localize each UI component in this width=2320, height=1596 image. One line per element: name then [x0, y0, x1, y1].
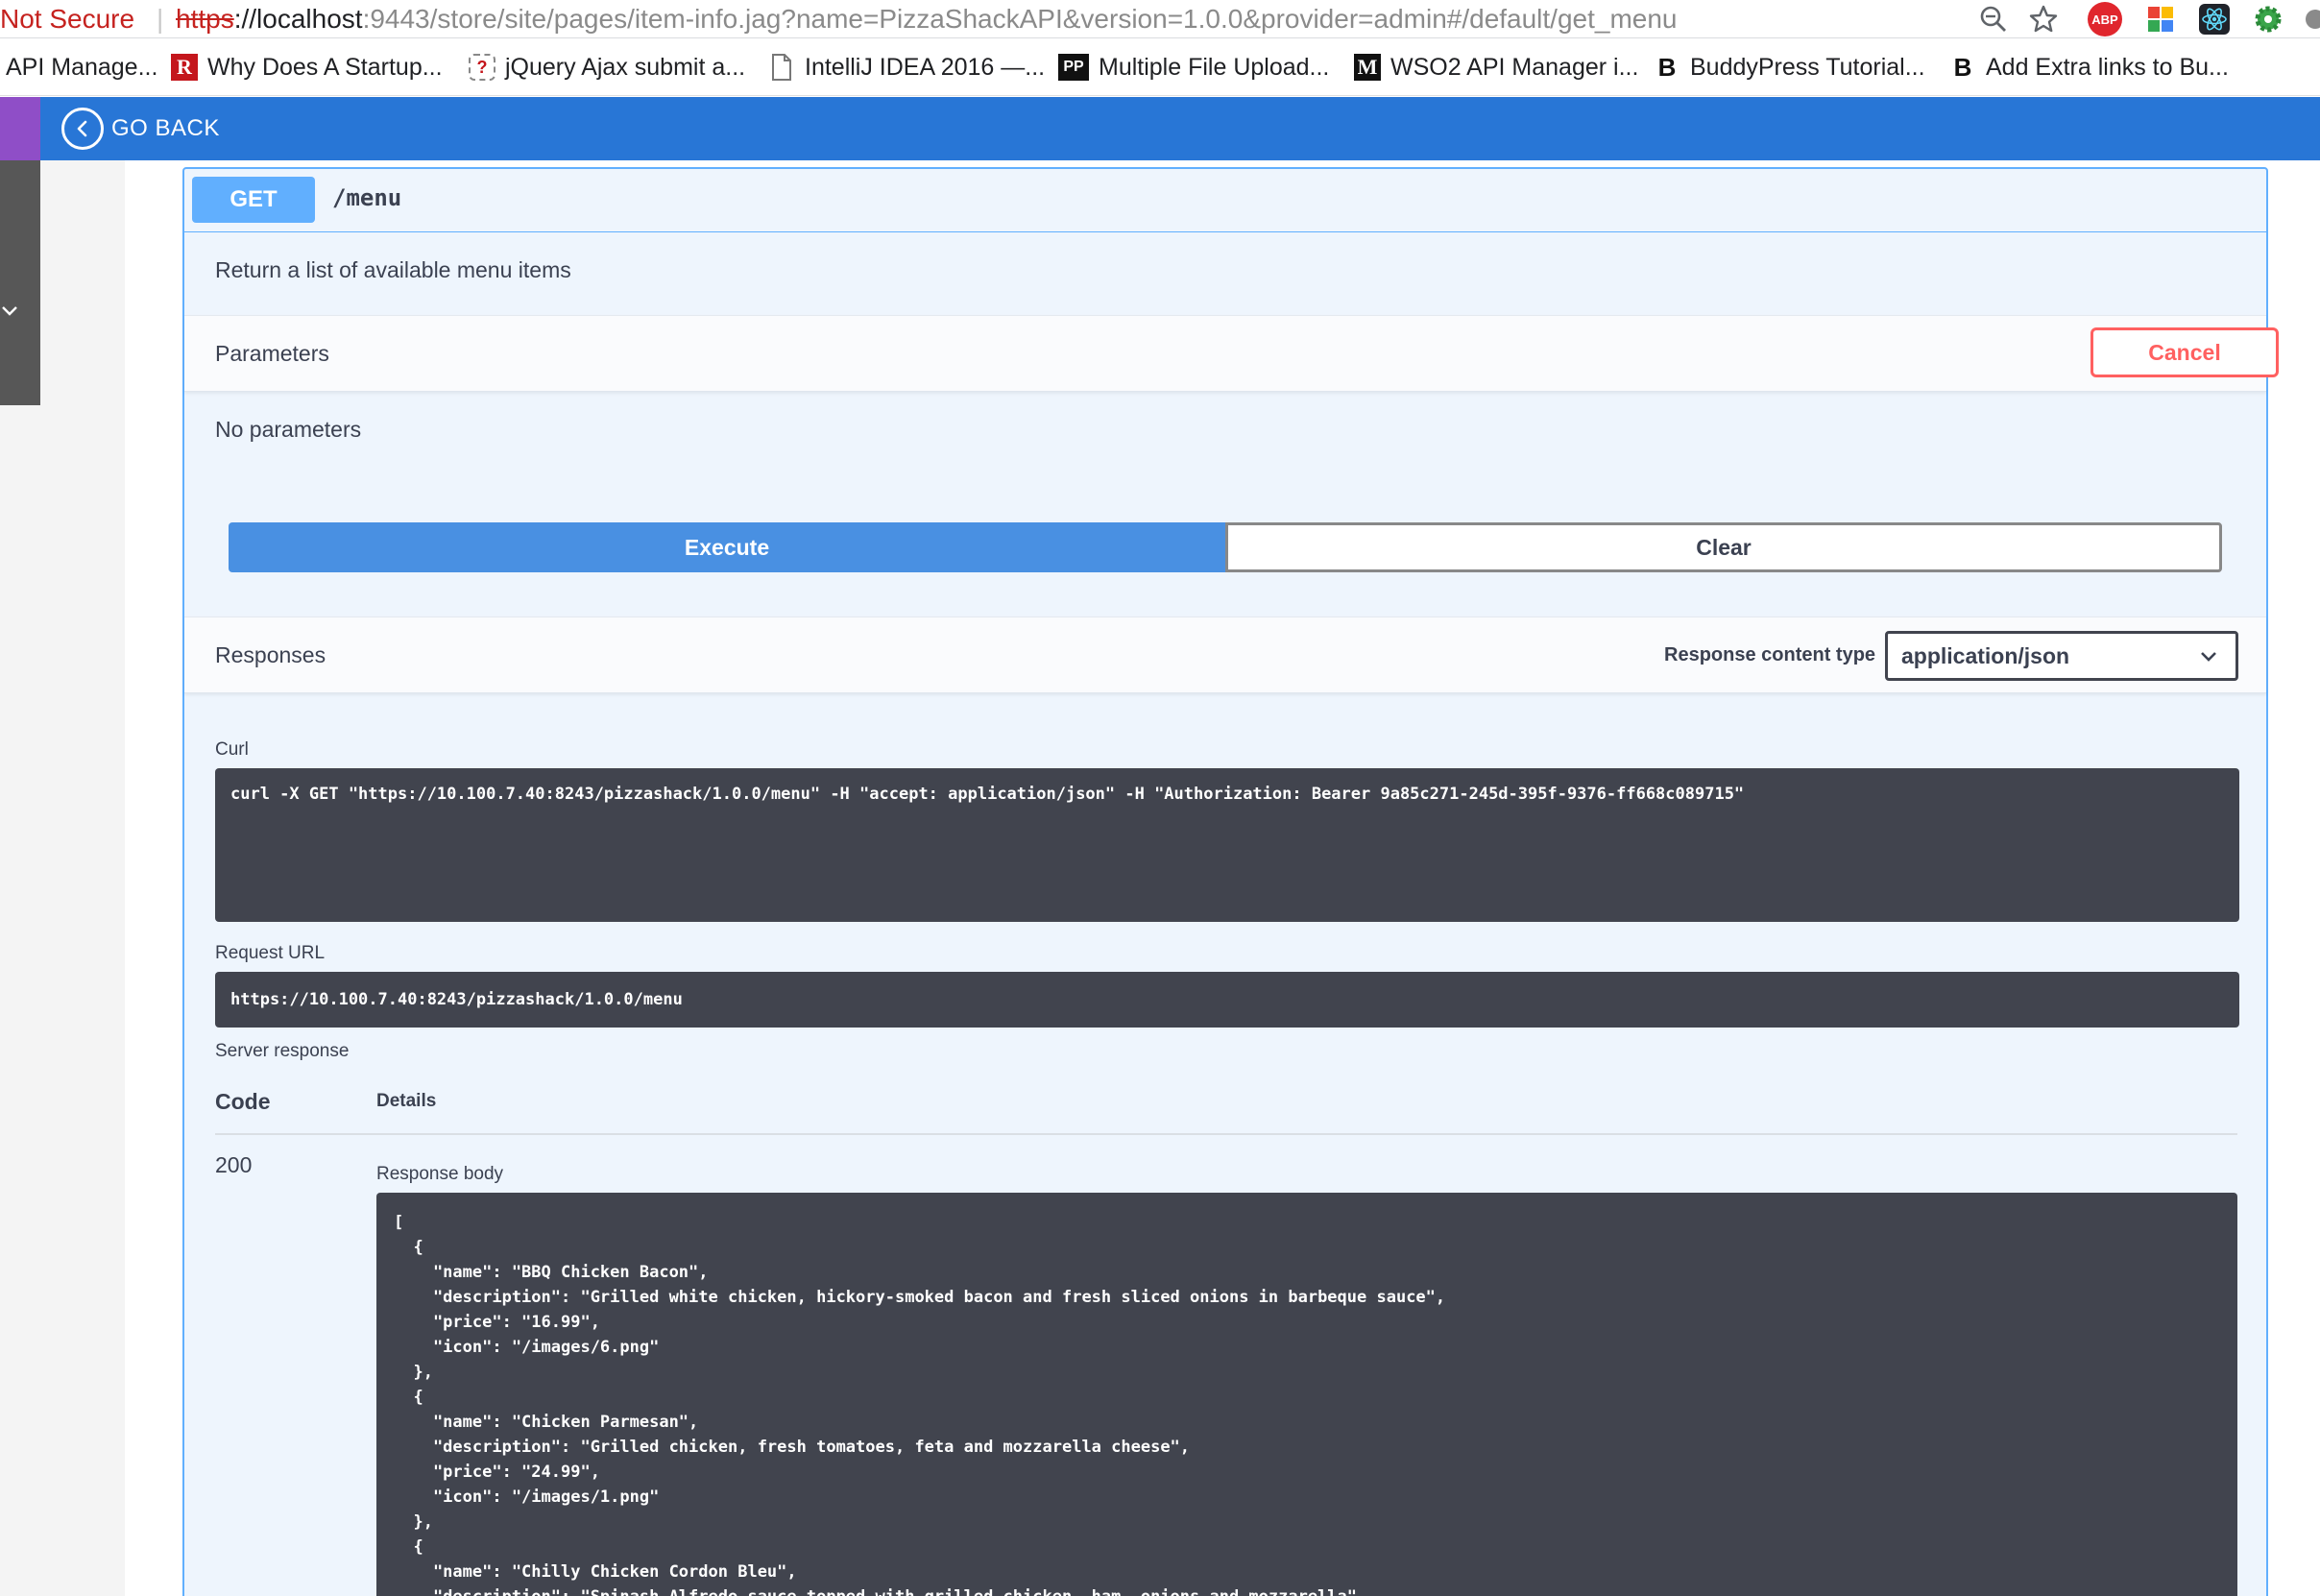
- browser-address-bar: Not Secure | https://localhost:9443/stor…: [0, 0, 2320, 38]
- response-content-type-select[interactable]: application/json: [1885, 631, 2238, 681]
- zoom-icon[interactable]: [1976, 0, 2011, 38]
- server-response-label: Server response: [215, 1041, 350, 1061]
- bookmarks-bar: API Manage... R Why Does A Startup... ? …: [0, 38, 2320, 96]
- no-parameters-text: No parameters: [215, 417, 362, 442]
- bookmark-label: Multiple File Upload...: [1099, 53, 1330, 81]
- bookmark-item[interactable]: R Why Does A Startup...: [171, 38, 443, 96]
- url-host: ://localhost: [233, 4, 363, 34]
- cancel-button[interactable]: Cancel: [2090, 327, 2279, 377]
- url-separator: |: [157, 4, 164, 34]
- responses-header: Responses Response content type applicat…: [184, 617, 2266, 693]
- details-column-header: Details: [376, 1091, 437, 1111]
- sidebar-toggle-tab[interactable]: [0, 97, 40, 160]
- clear-button[interactable]: Clear: [1225, 522, 2222, 572]
- back-arrow-icon: [61, 108, 104, 150]
- bookmark-item[interactable]: M WSO2 API Manager i...: [1354, 38, 1638, 96]
- url-field[interactable]: https://localhost:9443/store/site/pages/…: [176, 2, 1678, 36]
- overflow-extension-icon[interactable]: [2301, 0, 2320, 38]
- response-body-label: Response body: [376, 1164, 504, 1184]
- bookmark-label: API Manage...: [6, 53, 158, 81]
- go-back-button[interactable]: GO BACK: [61, 107, 220, 151]
- medium-logo-icon: M: [1354, 54, 1381, 81]
- gear-extension-icon[interactable]: [2251, 0, 2285, 38]
- parameters-header: Parameters Cancel: [184, 315, 2279, 392]
- bookmark-label: WSO2 API Manager i...: [1390, 53, 1639, 81]
- bookmark-label: IntelliJ IDEA 2016 —...: [805, 53, 1046, 81]
- r-logo-icon: R: [171, 54, 198, 81]
- bookmark-item[interactable]: IntelliJ IDEA 2016 —...: [768, 38, 1045, 96]
- question-page-icon: ?: [469, 54, 495, 81]
- status-code: 200: [215, 1152, 253, 1177]
- bookmark-star-icon[interactable]: [2026, 0, 2061, 38]
- operation-block: GET /menu Return a list of available men…: [182, 167, 2279, 1596]
- blank-page-icon: [768, 54, 795, 81]
- parameters-title: Parameters: [215, 341, 329, 366]
- b-logo-icon: B: [1953, 52, 1972, 82]
- responses-title: Responses: [215, 642, 326, 667]
- request-url-label: Request URL: [215, 943, 326, 963]
- security-indicator[interactable]: Not Secure: [0, 2, 134, 36]
- bookmark-item[interactable]: B BuddyPress Tutorial...: [1654, 38, 1925, 96]
- response-content-type-label: Response content type: [1664, 644, 1876, 665]
- url-path: :9443/store/site/pages/item-info.jag?nam…: [362, 4, 1678, 34]
- bookmark-label: BuddyPress Tutorial...: [1690, 53, 1925, 81]
- operation-path: /menu: [332, 184, 402, 211]
- bookmark-item[interactable]: ? jQuery Ajax submit a...: [469, 38, 745, 96]
- operation-description: Return a list of available menu items: [215, 257, 571, 282]
- left-rail: [0, 160, 40, 405]
- bookmark-item[interactable]: B Add Extra links to Bu...: [1949, 38, 2229, 96]
- pp-logo-icon: PP: [1058, 54, 1089, 81]
- bookmark-label: Add Extra links to Bu...: [1986, 53, 2229, 81]
- response-body[interactable]: [ { "name": "BBQ Chicken Bacon", "descri…: [376, 1193, 2237, 1596]
- http-method-badge: GET: [192, 177, 315, 223]
- bookmark-label: jQuery Ajax submit a...: [505, 53, 746, 81]
- adblock-extension-icon[interactable]: ABP: [2088, 2, 2122, 36]
- response-table-divider: [215, 1133, 2237, 1135]
- bookmark-item[interactable]: API Manage...: [6, 38, 157, 96]
- bookmark-label: Why Does A Startup...: [207, 53, 443, 81]
- response-content-type-value: application/json: [1901, 642, 2070, 668]
- app-header: GO BACK: [0, 97, 2320, 160]
- code-column-header: Code: [215, 1089, 271, 1114]
- react-devtools-icon[interactable]: [2197, 0, 2232, 38]
- execute-button[interactable]: Execute: [229, 522, 1225, 572]
- url-scheme: https: [176, 4, 234, 34]
- go-back-label: GO BACK: [111, 115, 220, 141]
- curl-label: Curl: [215, 739, 249, 760]
- execute-button-group: Execute Clear: [229, 522, 2222, 572]
- curl-command[interactable]: curl -X GET "https://10.100.7.40:8243/pi…: [215, 768, 2239, 922]
- bookmark-item[interactable]: PP Multiple File Upload...: [1058, 38, 1329, 96]
- operation-summary[interactable]: GET /menu: [184, 169, 2266, 232]
- b-logo-icon: B: [1657, 52, 1677, 82]
- request-url[interactable]: https://10.100.7.40:8243/pizzashack/1.0.…: [215, 972, 2239, 1028]
- color-extension-icon[interactable]: [2143, 0, 2178, 38]
- chevron-down-icon: [2199, 647, 2218, 666]
- chevron-down-icon[interactable]: [0, 302, 19, 321]
